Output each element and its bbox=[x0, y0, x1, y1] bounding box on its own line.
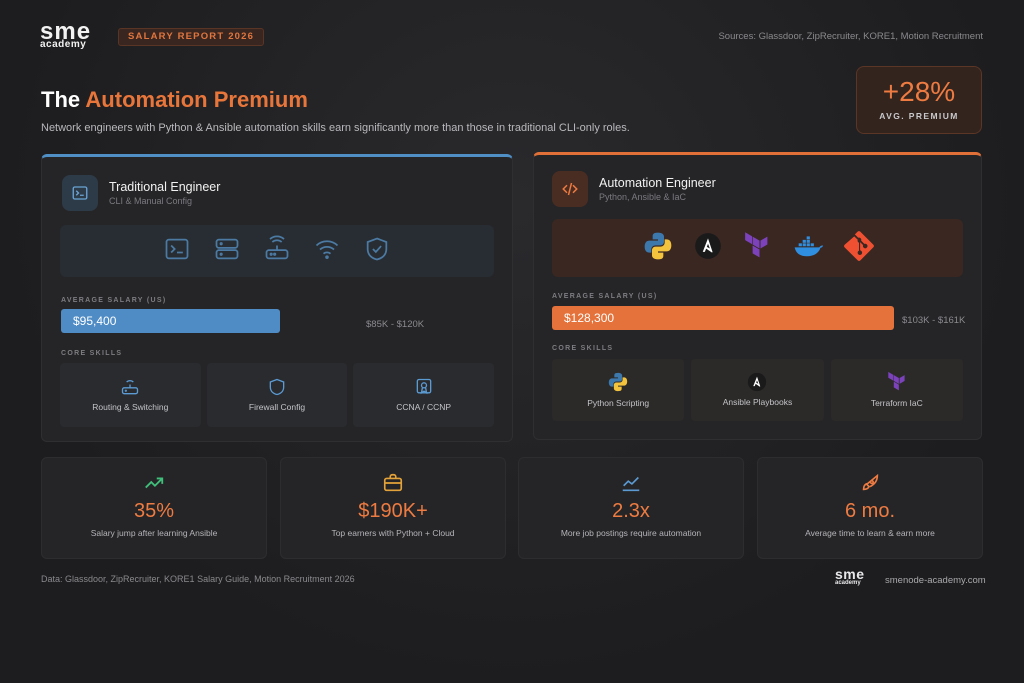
skills-row: Python Scripting Ansible Playbooks Terra… bbox=[552, 359, 963, 421]
stat-card-top-earners: $190K+ Top earners with Python + Cloud bbox=[280, 457, 506, 559]
stat-card-time-to-learn: 6 mo. Average time to learn & earn more bbox=[757, 457, 983, 559]
python-icon bbox=[608, 373, 628, 392]
stat-value: 35% bbox=[133, 500, 175, 522]
stat-value: $190K+ bbox=[358, 500, 428, 522]
skills-label: CORE SKILLS bbox=[61, 350, 123, 357]
skill-terraform-iac: Terraform IaC bbox=[830, 359, 963, 421]
stat-card-job-postings: 2.3x More job postings require automatio… bbox=[518, 457, 744, 559]
rocket-icon bbox=[758, 472, 982, 492]
docker-icon bbox=[792, 230, 824, 267]
footer-url-link[interactable]: smenode-academy.com bbox=[885, 575, 986, 586]
salary-bar: $95,400 bbox=[61, 309, 357, 333]
stat-label: Top earners with Python + Cloud bbox=[331, 528, 455, 538]
stat-value: 2.3x bbox=[612, 500, 650, 522]
sources-text: Sources: Glassdoor, ZipRecruiter, KORE1,… bbox=[718, 31, 983, 42]
certificate-icon bbox=[416, 379, 432, 395]
salary-label: AVERAGE SALARY (US) bbox=[61, 297, 167, 304]
footer-logo-top: sme bbox=[835, 566, 865, 582]
skill-label: CCNA / CCNP bbox=[396, 402, 452, 413]
skill-label: Routing & Switching bbox=[92, 402, 169, 413]
card-subtitle: CLI & Manual Config bbox=[109, 196, 193, 206]
skill-label: Ansible Playbooks bbox=[722, 397, 793, 408]
terminal-icon bbox=[163, 235, 191, 268]
tool-icons-row bbox=[552, 219, 963, 277]
skill-python-scripting: Python Scripting bbox=[552, 359, 685, 421]
automation-engineer-card: Automation Engineer Python, Ansible & Ia… bbox=[533, 152, 982, 440]
git-icon bbox=[843, 230, 874, 266]
shield-check-icon bbox=[363, 235, 391, 268]
stat-card-salary-jump: 35% Salary jump after learning Ansible bbox=[41, 457, 267, 559]
router-icon bbox=[122, 380, 139, 395]
card-title: Automation Engineer bbox=[599, 176, 716, 190]
skill-routing-switching: Routing & Switching bbox=[60, 363, 201, 427]
skills-label: CORE SKILLS bbox=[552, 345, 614, 352]
salary-value: $128,300 bbox=[564, 311, 615, 325]
footer-logo-bottom: academy bbox=[835, 580, 861, 586]
salary-bar: $128,300 bbox=[552, 306, 894, 330]
ansible-icon bbox=[694, 232, 722, 265]
card-title: Traditional Engineer bbox=[109, 180, 221, 194]
page-subtitle: Network engineers with Python & Ansible … bbox=[41, 122, 630, 134]
code-icon bbox=[552, 171, 588, 207]
report-tag: SALARY REPORT 2026 bbox=[118, 28, 265, 46]
salary-bar-fill: $128,300 bbox=[552, 306, 894, 330]
stat-label: More job postings require automation bbox=[560, 528, 702, 538]
premium-label: AVG. PREMIUM bbox=[879, 111, 959, 121]
salary-value: $95,400 bbox=[73, 314, 117, 328]
stat-label: Salary jump after learning Ansible bbox=[90, 528, 218, 538]
terminal-icon bbox=[62, 175, 98, 211]
line-chart-icon bbox=[519, 472, 743, 492]
footer-data-note: Data: Glassdoor, ZipRecruiter, KORE1 Sal… bbox=[41, 574, 355, 584]
salary-bar-fill: $95,400 bbox=[61, 309, 281, 333]
logo-text-bottom: academy bbox=[40, 39, 87, 50]
premium-badge: +28% AVG. PREMIUM bbox=[856, 66, 982, 134]
terraform-icon bbox=[888, 372, 905, 391]
terraform-icon bbox=[742, 231, 772, 266]
page-title: The Automation Premium bbox=[41, 87, 308, 113]
ansible-icon bbox=[748, 373, 767, 392]
server-icon bbox=[213, 235, 241, 268]
tool-icons-row bbox=[60, 225, 494, 277]
wifi-icon bbox=[313, 235, 341, 268]
title-plain: The bbox=[41, 87, 86, 112]
salary-range: $85K - $120K bbox=[366, 319, 425, 330]
skill-label: Terraform IaC bbox=[870, 398, 923, 409]
premium-value: +28% bbox=[882, 76, 956, 107]
python-icon bbox=[642, 230, 674, 267]
shield-icon bbox=[269, 378, 285, 396]
salary-range: $103K - $161K bbox=[902, 315, 966, 326]
title-accent: Automation Premium bbox=[85, 87, 308, 112]
stat-label: Average time to learn & earn more bbox=[805, 528, 935, 538]
card-subtitle: Python, Ansible & IaC bbox=[599, 192, 687, 202]
router-icon bbox=[263, 235, 291, 268]
skill-ansible-playbooks: Ansible Playbooks bbox=[691, 359, 824, 421]
skill-label: Firewall Config bbox=[248, 402, 306, 413]
skill-firewall-config: Firewall Config bbox=[206, 363, 348, 427]
footer-logo[interactable]: sme academy bbox=[835, 566, 865, 586]
trending-up-icon bbox=[42, 472, 266, 492]
skill-label: Python Scripting bbox=[587, 398, 650, 409]
brand-logo[interactable]: sme academy bbox=[40, 20, 108, 50]
briefcase-icon bbox=[281, 472, 505, 492]
stat-value: 6 mo. bbox=[844, 500, 896, 522]
salary-label: AVERAGE SALARY (US) bbox=[552, 293, 658, 300]
skills-row: Routing & Switching Firewall Config CCNA… bbox=[60, 363, 495, 427]
skill-ccna-ccnp: CCNA / CCNP bbox=[353, 363, 495, 427]
traditional-engineer-card: Traditional Engineer CLI & Manual Config… bbox=[41, 154, 513, 442]
